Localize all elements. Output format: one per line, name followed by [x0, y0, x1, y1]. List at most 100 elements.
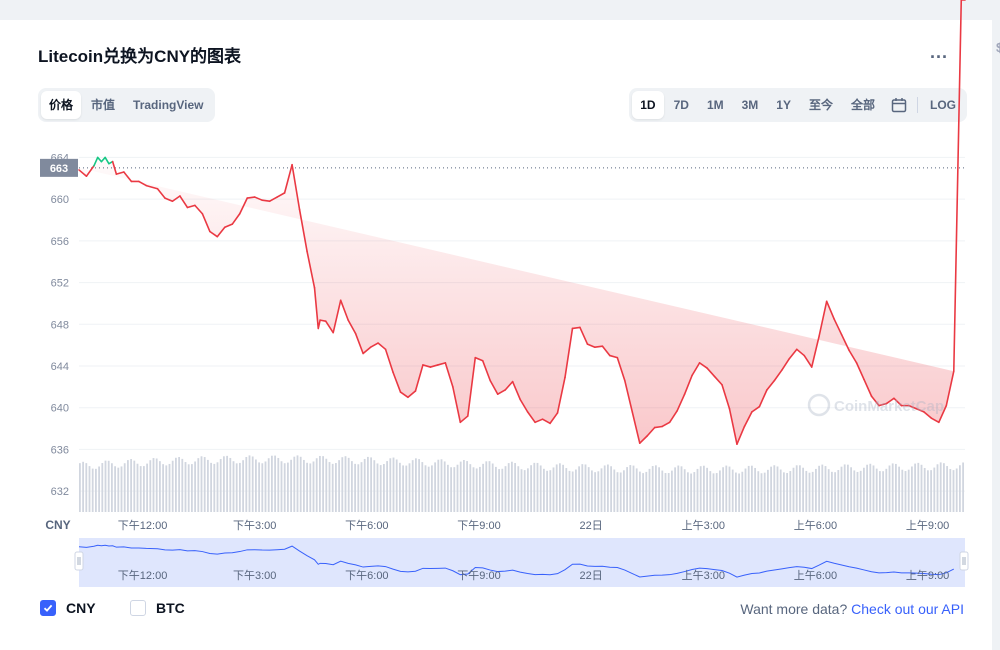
volume-bar	[546, 470, 548, 512]
volume-bar	[165, 465, 168, 512]
volume-bar	[805, 470, 808, 512]
y-tick-label: 648	[51, 319, 69, 331]
btc-checkbox[interactable]	[130, 600, 146, 616]
cny-label: CNY	[66, 600, 96, 616]
navigator-tick-label: 上午3:00	[682, 569, 725, 582]
volume-bar	[488, 461, 491, 512]
volume-bar	[447, 464, 449, 512]
volume-bar	[667, 473, 670, 512]
volume-bar	[309, 463, 312, 512]
volume-bar	[562, 464, 564, 512]
volume-bar	[399, 462, 401, 512]
volume-bar	[287, 462, 289, 512]
x-tick-label: 上午9:00	[906, 519, 949, 532]
volume-bar	[421, 462, 424, 512]
volume-bar	[223, 456, 225, 512]
x-tick-label: 下午12:00	[118, 519, 168, 532]
volume-bar	[943, 463, 945, 512]
volume-bar	[687, 472, 689, 512]
volume-bar	[271, 455, 273, 512]
volume-bar	[690, 473, 692, 512]
volume-bar	[543, 468, 545, 512]
volume-bar	[354, 463, 356, 512]
volume-bar	[290, 459, 292, 512]
volume-bar	[584, 464, 587, 512]
volume-bar	[591, 470, 593, 512]
volume-bar	[408, 463, 411, 512]
volume-bar	[520, 469, 523, 512]
volume-bar	[463, 460, 465, 512]
price-segment	[246, 196, 256, 199]
navigator-handle-left[interactable]	[74, 551, 84, 571]
volume-bar	[251, 456, 254, 512]
volume-bar	[344, 456, 347, 512]
navigator-handle-right[interactable]	[959, 551, 969, 571]
volume-bar	[136, 463, 139, 512]
volume-bars	[79, 455, 964, 512]
volume-bar	[920, 464, 923, 512]
legend-cny[interactable]: CNY	[40, 600, 96, 616]
volume-bar	[754, 467, 756, 512]
volume-bar	[325, 458, 328, 512]
volume-bar	[450, 467, 452, 512]
navigator-tick-label: 下午6:00	[345, 569, 388, 582]
volume-bar	[242, 460, 244, 512]
volume-bar	[370, 457, 372, 512]
volume-bar	[799, 465, 801, 512]
volume-bar	[95, 468, 97, 512]
current-price-label: 663	[50, 163, 68, 175]
volume-bar	[143, 466, 145, 512]
volume-bar	[200, 456, 203, 512]
api-prompt: Want more data?	[740, 601, 848, 617]
volume-bar	[744, 468, 747, 512]
volume-bar	[946, 466, 948, 512]
cny-checkbox[interactable]	[40, 600, 56, 616]
volume-bar	[235, 463, 238, 512]
volume-bar	[175, 457, 177, 512]
volume-bar	[866, 464, 868, 512]
volume-bar	[424, 465, 427, 512]
volume-bar	[587, 467, 590, 512]
navigator-tick-label: 下午12:00	[118, 569, 168, 582]
volume-bar	[859, 470, 862, 512]
api-link[interactable]: Check out our API	[851, 601, 964, 617]
price-chart[interactable]: 664660656652648644640636632 下午12:00 下午3:0…	[0, 0, 1000, 650]
volume-bar	[501, 468, 504, 512]
volume-bar	[472, 467, 475, 512]
volume-bar	[495, 466, 497, 512]
volume-bar	[575, 469, 577, 512]
volume-bar	[117, 467, 120, 512]
volume-bar	[891, 463, 894, 512]
volume-bar	[178, 457, 180, 512]
volume-bar	[959, 465, 961, 512]
volume-bar	[367, 456, 369, 512]
volume-bar	[299, 456, 302, 512]
volume-bar	[655, 465, 657, 512]
legend-btc[interactable]: BTC	[130, 600, 185, 616]
volume-bar	[331, 463, 334, 512]
volume-bar	[789, 471, 792, 512]
price-area-fill	[79, 157, 954, 445]
y-tick-label: 656	[51, 236, 69, 248]
navigator-tick-label: 下午3:00	[233, 569, 276, 582]
volume-bar	[466, 461, 468, 512]
btc-label: BTC	[156, 600, 185, 616]
volume-bar	[795, 465, 798, 512]
volume-bar	[152, 458, 155, 512]
volume-bar	[607, 464, 609, 512]
volume-bar	[328, 462, 331, 512]
api-promo: Want more data? Check out our API	[740, 601, 964, 617]
volume-bar	[760, 473, 763, 512]
volume-bar	[757, 471, 760, 512]
volume-bar	[719, 470, 721, 512]
volume-bar	[779, 469, 782, 512]
volume-bar	[837, 470, 840, 512]
volume-bar	[427, 466, 430, 512]
volume-bar	[898, 466, 900, 512]
volume-bar	[843, 464, 846, 512]
price-segment	[952, 0, 963, 373]
coinmarketcap-logo-icon	[807, 393, 831, 417]
volume-bar	[453, 467, 456, 512]
volume-bar	[632, 465, 635, 512]
volume-bar	[882, 471, 884, 512]
